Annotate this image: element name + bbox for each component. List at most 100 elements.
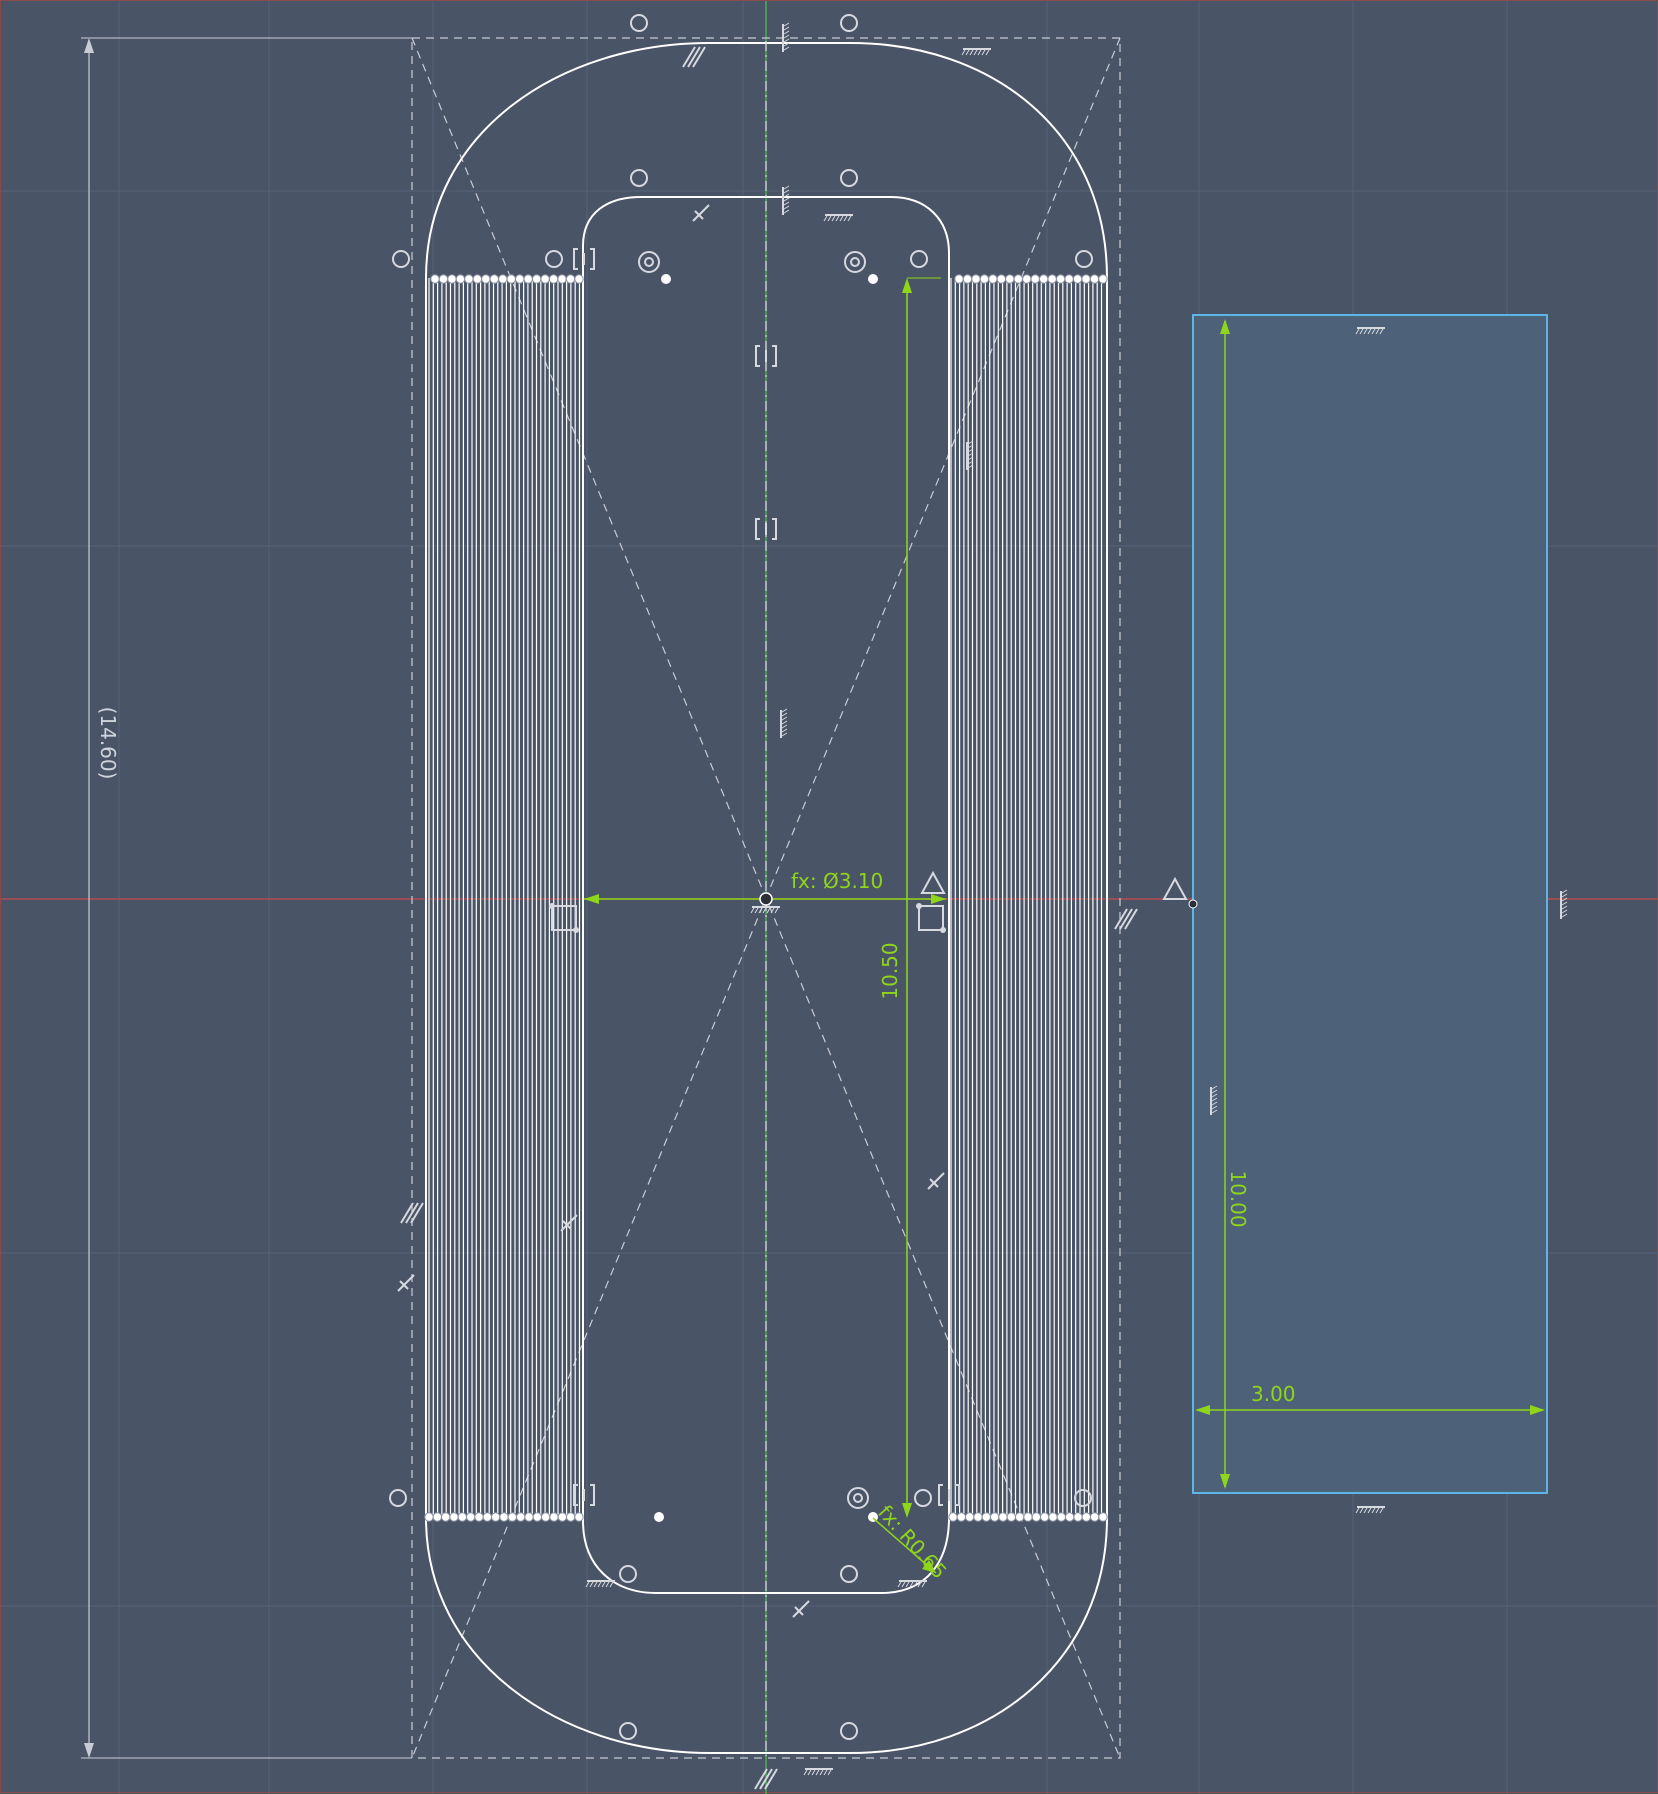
sketch-point[interactable] (1023, 1512, 1033, 1522)
sketch-point[interactable] (447, 274, 457, 284)
origin-point[interactable] (759, 892, 773, 906)
symmetric-constraint-icon[interactable] (920, 870, 946, 894)
right-hatch-band[interactable] (950, 278, 1103, 1518)
sketch-point[interactable] (464, 274, 474, 284)
sketch-point[interactable] (438, 274, 449, 284)
sketch-point[interactable] (1089, 274, 1100, 284)
concentric-constraint-icon[interactable] (638, 251, 660, 273)
sketch-point[interactable] (868, 274, 878, 284)
sketch-point[interactable] (455, 274, 466, 284)
sketch-point[interactable] (430, 274, 440, 284)
tangent-constraint-icon[interactable] (914, 1489, 932, 1507)
sketch-point[interactable] (1098, 1512, 1108, 1522)
tangent-constraint-icon[interactable] (840, 1565, 858, 1583)
sketch-point[interactable] (507, 1512, 518, 1522)
sketch-point[interactable] (954, 274, 964, 284)
tangent-constraint-icon[interactable] (840, 169, 858, 187)
sketch-point[interactable] (557, 274, 567, 284)
perpendicular-constraint-icon[interactable] (792, 1600, 810, 1618)
sketch-point[interactable] (971, 274, 981, 284)
horizontal-constraint-icon[interactable] (823, 214, 853, 222)
sketch-point[interactable] (474, 1512, 484, 1522)
sketch-point[interactable] (661, 274, 671, 284)
sketch-point[interactable] (979, 274, 990, 284)
selected-rectangle[interactable]: 10.00 3.00 (1188, 314, 1548, 1494)
sketch-svg[interactable]: (14.60) fx: Ø3.10 10.50 fx: R0.65 10.00 … (1, 1, 1658, 1794)
sketch-point[interactable] (557, 1512, 568, 1522)
sketch-point[interactable] (1055, 274, 1066, 284)
overall-height-label[interactable]: (14.60) (96, 707, 120, 780)
sketch-point[interactable] (1081, 274, 1091, 284)
sketch-point[interactable] (565, 274, 576, 284)
overall-height-dimension[interactable]: (14.60) (81, 37, 412, 1759)
sketch-point[interactable] (1081, 1512, 1092, 1522)
sketch-point[interactable] (998, 1512, 1008, 1522)
sketch-point[interactable] (540, 1512, 551, 1522)
sketch-point[interactable] (1006, 1512, 1017, 1522)
sketch-point[interactable] (549, 1512, 559, 1522)
sketch-point[interactable] (988, 274, 998, 284)
sketch-point[interactable] (548, 274, 559, 284)
sketch-point[interactable] (1013, 274, 1023, 284)
sketch-point[interactable] (506, 274, 516, 284)
horizontal-constraint-icon[interactable] (961, 48, 991, 56)
rect-height-label[interactable]: 10.00 (1226, 1170, 1250, 1227)
sketch-point[interactable] (498, 274, 508, 284)
tangent-constraint-icon[interactable] (1075, 250, 1093, 268)
parallel-constraint-icon[interactable] (400, 1202, 424, 1224)
parallel-constraint-icon[interactable] (754, 1768, 778, 1790)
sketch-point[interactable] (1072, 274, 1083, 284)
tangent-constraint-icon[interactable] (545, 250, 563, 268)
sketch-point[interactable] (1089, 1512, 1100, 1522)
fillet-radius-label[interactable]: fx: R0.65 (873, 1500, 951, 1583)
sketch-point[interactable] (1039, 1512, 1050, 1522)
sketch-point[interactable] (532, 1512, 543, 1522)
tangent-constraint-icon[interactable] (840, 1722, 858, 1740)
sketch-point[interactable] (948, 1512, 958, 1522)
sketch-point[interactable] (989, 1512, 1000, 1522)
sketch-point[interactable] (523, 274, 533, 284)
sketch-point[interactable] (1064, 274, 1074, 284)
fillet-radius-dimension[interactable]: fx: R0.65 (872, 1500, 952, 1584)
sketch-point[interactable] (964, 1512, 975, 1522)
sketch-point[interactable] (524, 1512, 534, 1522)
sketch-point[interactable] (424, 1512, 434, 1522)
sketch-point[interactable] (457, 1512, 468, 1522)
rect-midpoint[interactable] (1188, 899, 1198, 909)
sketch-point[interactable] (1047, 274, 1057, 284)
sketch-point[interactable] (490, 1512, 501, 1522)
sketch-point[interactable] (489, 274, 499, 284)
vertical-constraint-icon[interactable] (782, 22, 790, 52)
sketch-point[interactable] (1098, 274, 1108, 284)
sketch-point[interactable] (996, 274, 1007, 284)
sketch-point[interactable] (1022, 274, 1032, 284)
sketch-point[interactable] (1048, 1512, 1058, 1522)
sketch-point[interactable] (515, 1512, 526, 1522)
horizontal-constraint-icon[interactable] (803, 1768, 833, 1776)
sketch-point[interactable] (565, 1512, 576, 1522)
perpendicular-constraint-icon[interactable] (692, 204, 710, 222)
sketch-point[interactable] (515, 274, 525, 284)
sketch-point[interactable] (1039, 274, 1049, 284)
sketch-point[interactable] (465, 1512, 476, 1522)
sketch-point[interactable] (574, 274, 584, 284)
coincident-constraint-icon[interactable] (916, 903, 946, 933)
inner-length-label[interactable]: 10.50 (878, 942, 902, 999)
perpendicular-constraint-icon[interactable] (927, 1172, 945, 1190)
sketch-point[interactable] (956, 1512, 967, 1522)
sketch-point[interactable] (481, 274, 491, 284)
sketch-point[interactable] (1073, 1512, 1083, 1522)
tangent-constraint-icon[interactable] (910, 250, 928, 268)
horizontal-constraint-icon[interactable] (585, 1580, 615, 1588)
concentric-constraint-icon[interactable] (847, 1487, 869, 1509)
sketch-point[interactable] (472, 274, 483, 284)
sketch-point[interactable] (574, 1512, 584, 1522)
sketch-point[interactable] (1030, 274, 1040, 284)
tangent-constraint-icon[interactable] (619, 1722, 637, 1740)
sketch-point[interactable] (482, 1512, 493, 1522)
slot-diameter-label[interactable]: fx: Ø3.10 (791, 869, 883, 893)
horizontal-constraint-icon[interactable] (1355, 1506, 1385, 1514)
sketch-point[interactable] (531, 274, 542, 284)
sketch-point[interactable] (432, 1512, 443, 1522)
left-hatch-band[interactable] (428, 278, 581, 1518)
